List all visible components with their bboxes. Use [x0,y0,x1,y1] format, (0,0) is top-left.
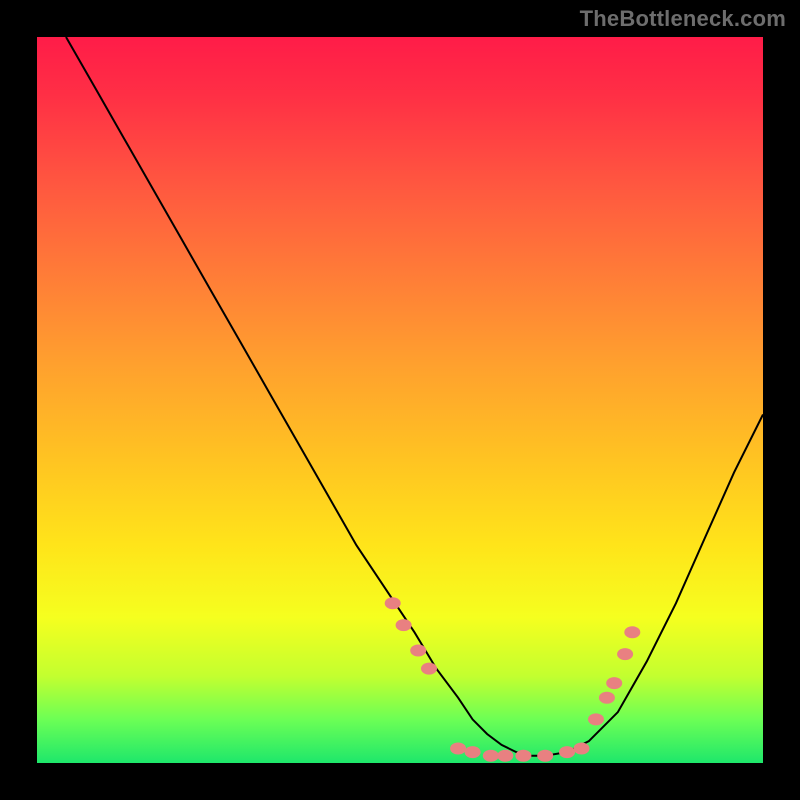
curve-marker [497,750,513,762]
curve-marker [588,713,604,725]
curve-marker [599,692,615,704]
curve-marker [421,663,437,675]
curve-marker [537,750,553,762]
plot-area [37,37,763,763]
curve-marker [396,619,412,631]
curve-marker [515,750,531,762]
chart-frame: TheBottleneck.com [0,0,800,800]
curve-marker [574,743,590,755]
curve-marker [483,750,499,762]
curve-marker [617,648,633,660]
curve-layer [37,37,763,763]
curve-marker [385,597,401,609]
watermark-text: TheBottleneck.com [580,6,786,32]
curve-marker [450,743,466,755]
curve-marker [606,677,622,689]
curve-marker [410,645,426,657]
curve-marker [465,746,481,758]
curve-marker [624,626,640,638]
curve-marker [559,746,575,758]
